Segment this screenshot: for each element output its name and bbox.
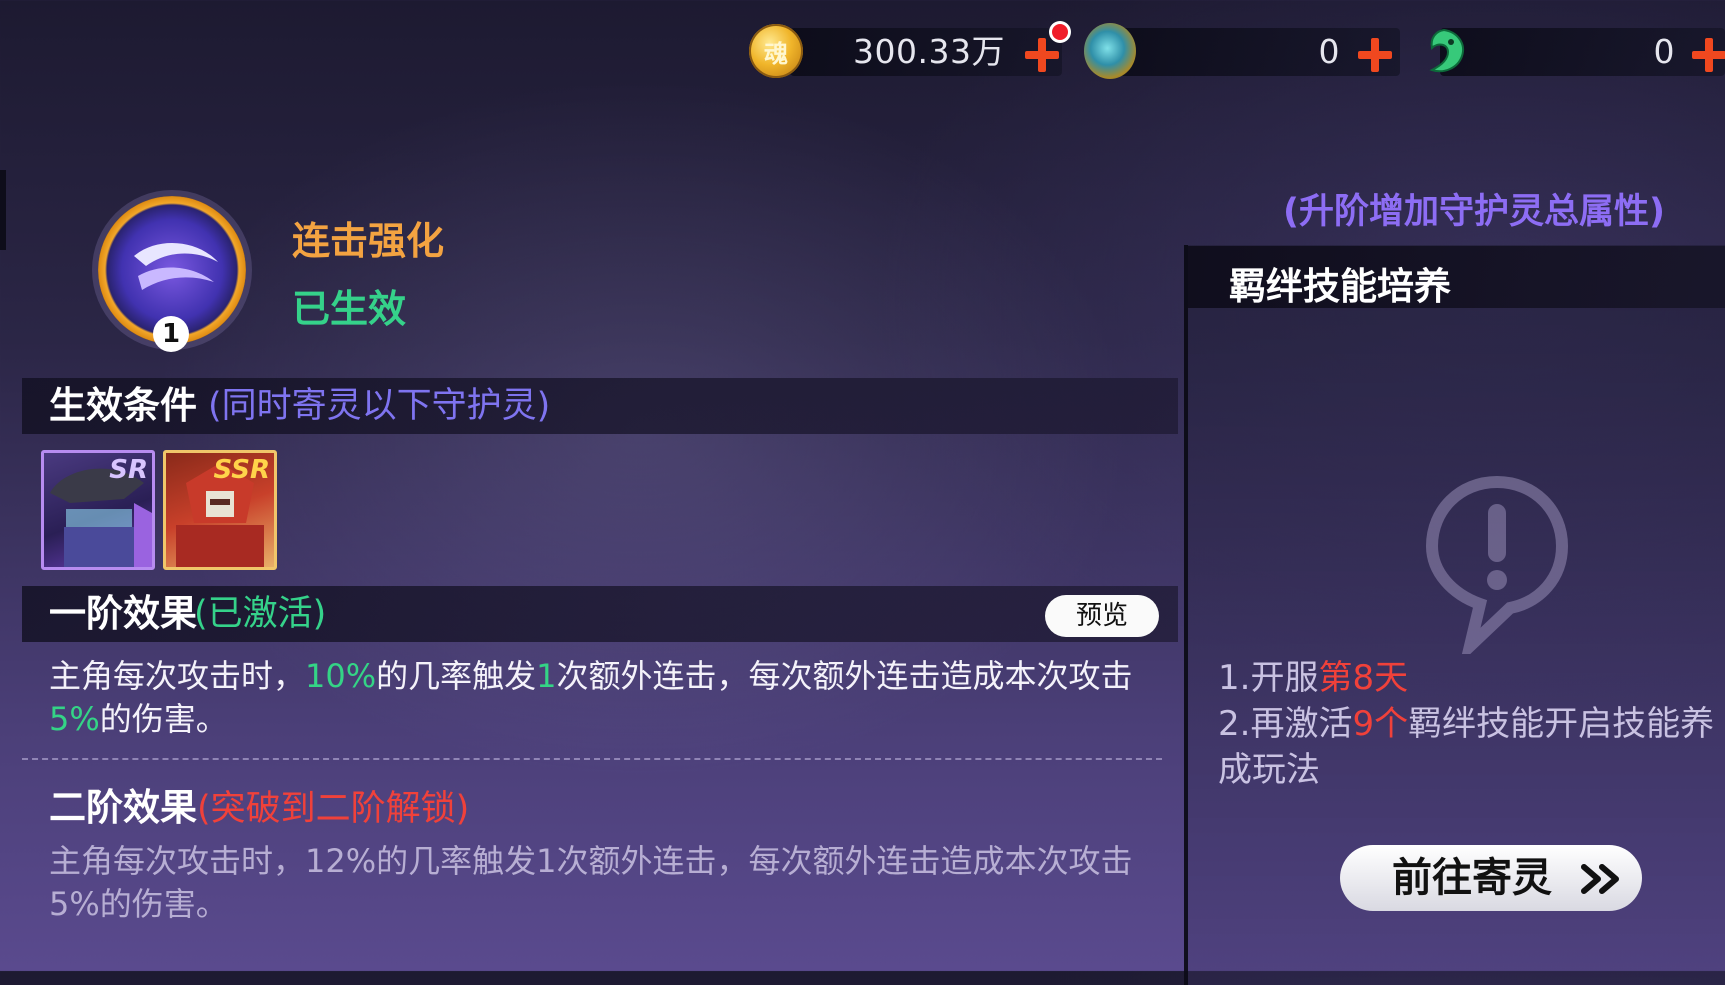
spirit-value: 0 xyxy=(1653,32,1675,71)
rarity-sr-badge: SR xyxy=(109,455,148,485)
tier2-title: 二阶效果 xyxy=(49,786,197,829)
desc-damage: 5% xyxy=(49,700,100,738)
req-text: 1.开服 xyxy=(1218,658,1319,698)
tier2-status: (突破到二阶解锁) xyxy=(197,789,470,829)
add-spirit-plus-icon[interactable] xyxy=(1692,38,1725,72)
section-divider xyxy=(22,758,1162,760)
requirement-continuation: 成玩法 xyxy=(1218,750,1320,790)
desc-text: 的伤害。 xyxy=(99,700,228,738)
exclamation-bubble-icon xyxy=(1425,475,1569,654)
dragon-gem-icon xyxy=(1084,23,1136,79)
conditions-bar: 生效条件 (同时寄灵以下守护灵) xyxy=(22,378,1178,434)
req-text: 2.再激活 xyxy=(1218,704,1353,744)
upgrade-note: (升阶增加守护灵总属性) xyxy=(1283,192,1665,232)
go-attach-button[interactable]: 前往寄灵 xyxy=(1340,845,1642,911)
desc-text: 主角每次攻击时， xyxy=(49,657,306,695)
conditions-title: 生效条件 xyxy=(49,384,197,427)
desc-count: 1 xyxy=(536,657,557,695)
notification-dot-icon xyxy=(1052,24,1068,40)
requirement-open-days: 1.开服第8天 xyxy=(1218,655,1408,701)
go-attach-label: 前往寄灵 xyxy=(1392,855,1552,901)
skill-name: 连击强化 xyxy=(292,219,445,263)
tier1-description: 主角每次攻击时，10%的几率触发1次额外连击，每次额外连击造成本次攻击 5%的伤害… xyxy=(49,655,1159,741)
skill-level-badge: 1 xyxy=(153,316,189,352)
conditions-subtitle: (同时寄灵以下守护灵) xyxy=(208,386,551,426)
tier2-description: 主角每次攻击时，12%的几率触发1次额外连击，每次额外连击造成本次攻击5%的伤害… xyxy=(49,842,1133,923)
tier1-status: (已激活) xyxy=(194,594,327,634)
tier1-title: 一阶效果 xyxy=(49,592,197,635)
coin-icon: 魂 xyxy=(749,24,803,78)
tier1-bar: 一阶效果 (已激活) xyxy=(22,586,1178,642)
add-coins-plus-icon[interactable] xyxy=(1025,38,1059,72)
preview-button[interactable]: 预览 xyxy=(1045,595,1159,637)
coin-value: 300.33万 xyxy=(853,32,1005,71)
double-chevron-right-icon xyxy=(1581,864,1619,894)
green-spirit-icon xyxy=(1429,28,1464,73)
rarity-ssr-badge: SSR xyxy=(213,455,270,485)
hero-card-sr[interactable]: SR xyxy=(41,450,155,570)
desc-chance: 10% xyxy=(305,657,377,695)
req-highlight: 第8天 xyxy=(1318,658,1409,698)
bond-skill-title: 羁绊技能培养 xyxy=(1229,265,1451,308)
hero-card-ssr[interactable]: SSR xyxy=(163,450,277,570)
requirement-activate-count: 2.再激活9个羁绊技能开启技能养 xyxy=(1218,701,1714,747)
req-highlight: 9个 xyxy=(1352,704,1409,744)
desc-text: 的几率触发 xyxy=(376,657,537,695)
req-text: 羁绊技能开启技能养 xyxy=(1408,704,1715,744)
tier2-heading: 二阶效果(突破到二阶解锁) xyxy=(49,777,469,831)
desc-text: 次额外连击，每次额外连击造成本次攻击 xyxy=(556,657,1133,695)
skill-status: 已生效 xyxy=(292,287,407,331)
combo-swirl-icon xyxy=(134,243,218,290)
gem-value: 0 xyxy=(1318,32,1340,71)
left-panel-edge xyxy=(0,170,6,250)
add-gems-plus-icon[interactable] xyxy=(1358,38,1392,72)
